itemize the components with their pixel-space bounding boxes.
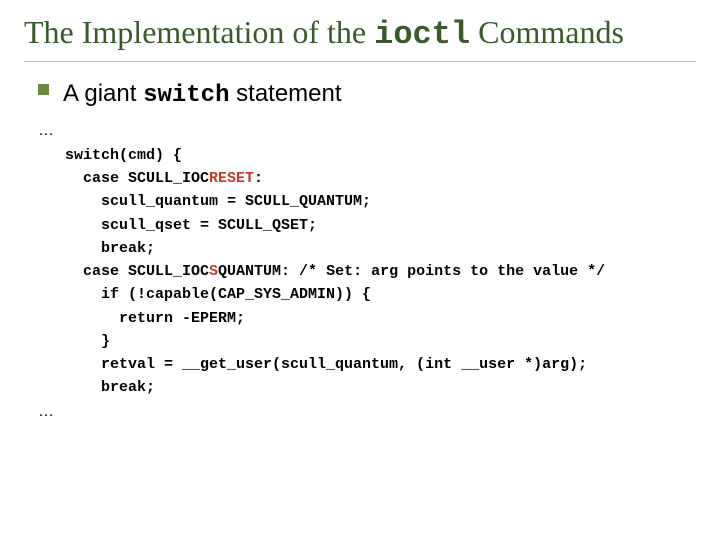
code-line: retval = __get_user(scull_quantum, (int … [38,356,587,373]
code-line: } [38,333,110,350]
code-line: switch(cmd) { [38,147,182,164]
ellipsis-bottom: … [38,403,54,420]
code-line: QUANTUM: /* Set: arg points to the value… [218,263,605,280]
code-line: scull_qset = SCULL_QSET; [38,217,317,234]
code-listing: … switch(cmd) { case SCULL_IOCRESET: scu… [38,119,696,424]
code-line: case SCULL_IOC [38,170,209,187]
title-pre: The Implementation of the [24,14,374,50]
code-line: break; [38,240,155,257]
bullet-code: switch [143,82,229,109]
code-highlight-reset: RESET [209,170,254,187]
code-line: scull_quantum = SCULL_QUANTUM; [38,193,371,210]
slide-title: The Implementation of the ioctl Commands [24,12,696,55]
code-line: : [254,170,263,187]
code-line: if (!capable(CAP_SYS_ADMIN)) { [38,286,371,303]
code-line: break; [38,379,155,396]
code-line: return -EPERM; [38,310,245,327]
bullet-post: statement [229,80,341,107]
title-post: Commands [470,14,624,50]
code-line: case SCULL_IOC [38,263,209,280]
title-divider [24,61,696,62]
ellipsis-top: … [38,122,54,139]
title-code: ioctl [374,16,470,53]
code-highlight-s: S [209,263,218,280]
bullet-pre: A giant [63,80,143,107]
slide: The Implementation of the ioctl Commands… [0,0,720,540]
bullet-item: A giant switch statement [38,80,696,109]
square-bullet-icon [38,84,49,95]
bullet-text: A giant switch statement [63,80,342,109]
